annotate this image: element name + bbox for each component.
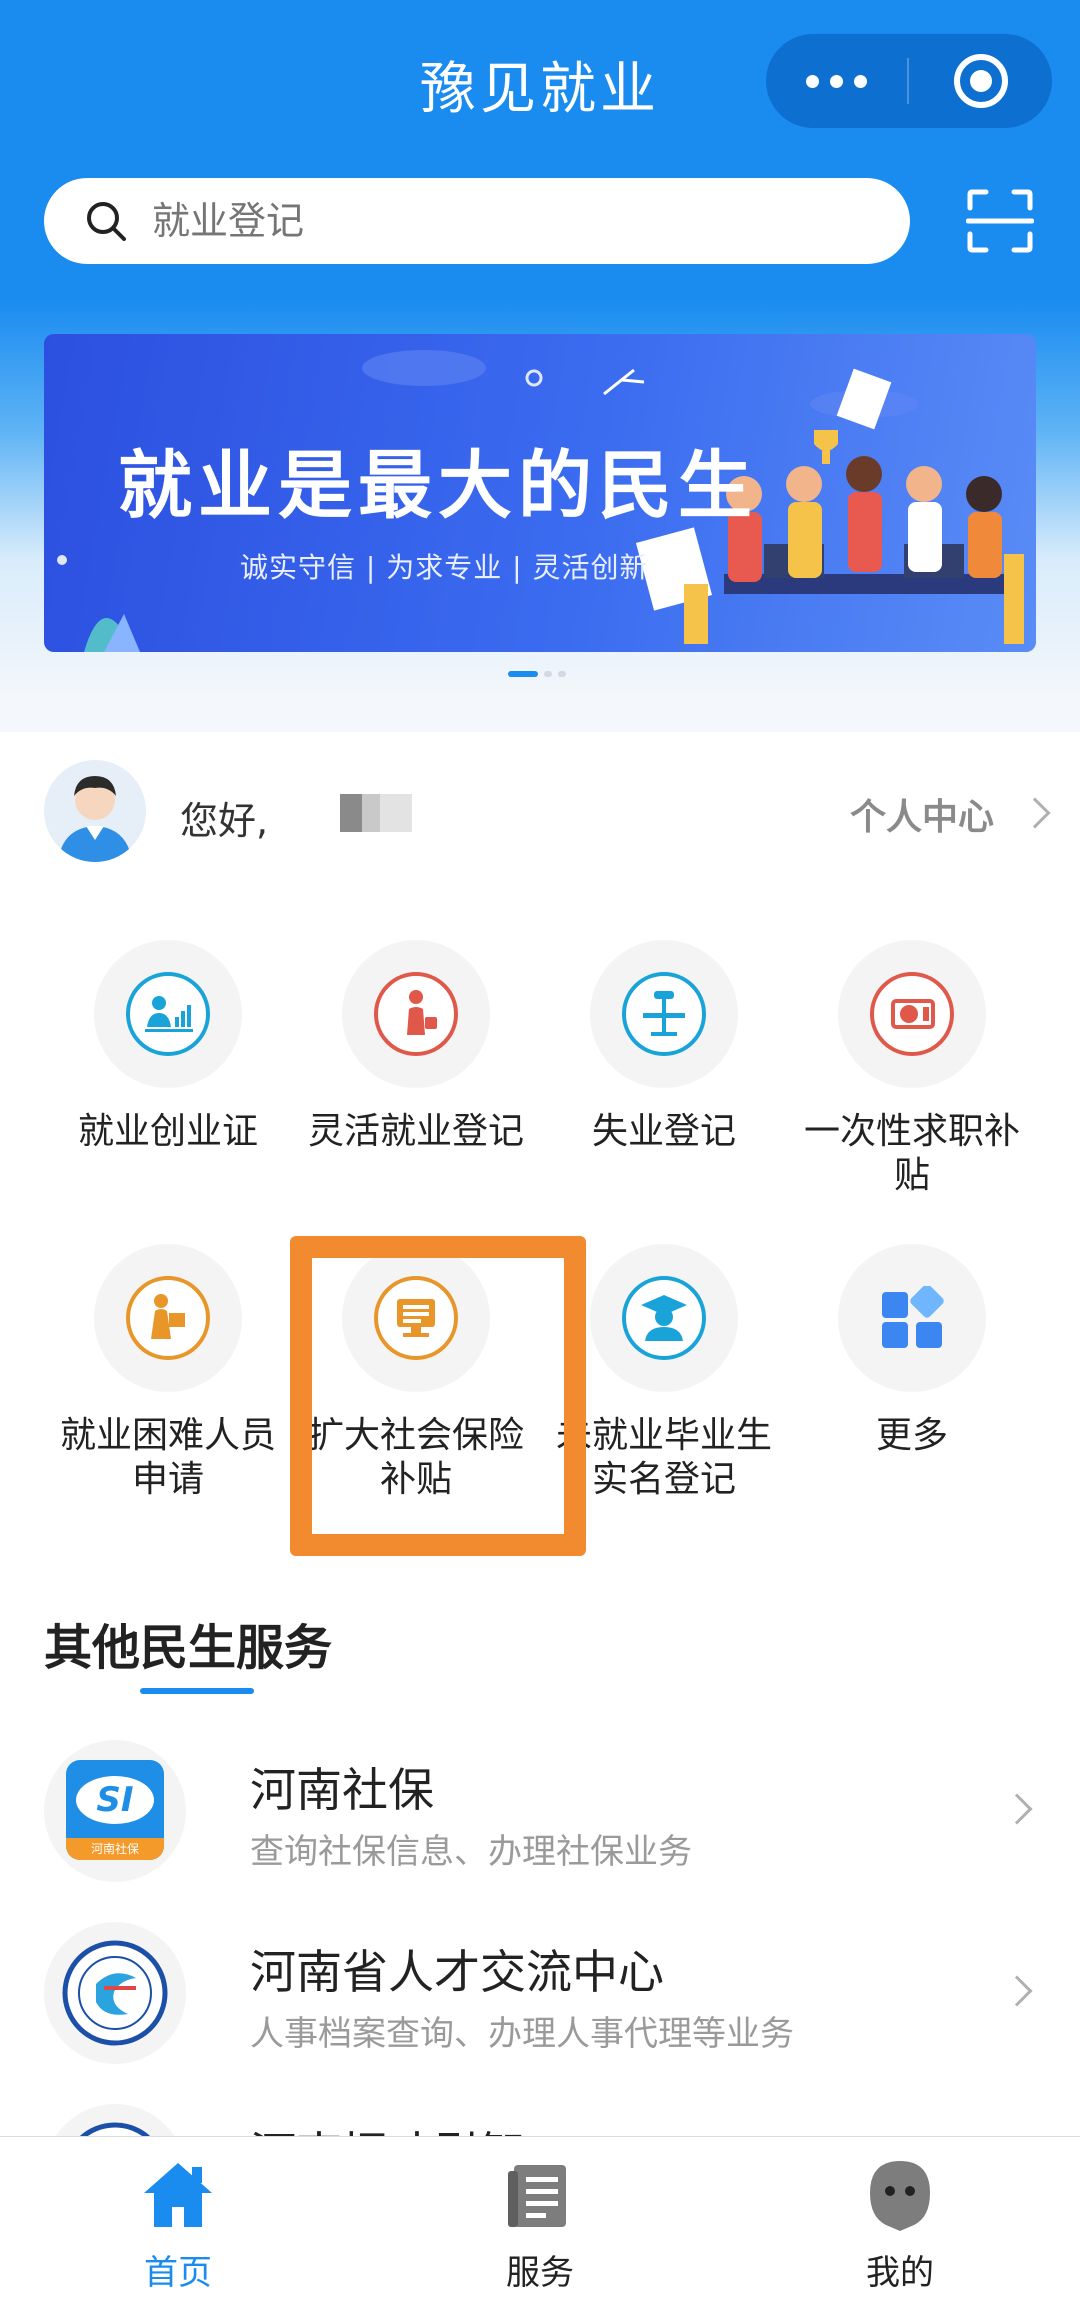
- service-label: 更多: [875, 1415, 948, 1456]
- list-item-henan-social-security[interactable]: SI 河南社保 河南社保 查询社保信息、办理社保业务: [0, 1720, 1080, 1900]
- logo-subtext: 河南社保: [66, 1838, 164, 1860]
- henan-social-security-logo: SI 河南社保: [44, 1740, 186, 1882]
- talent-exchange-logo: [44, 1922, 186, 2064]
- chevron-right-icon: [1001, 1975, 1033, 2007]
- greeting-text: 您好,: [180, 799, 269, 843]
- service-item-job-subsidy[interactable]: 一次性求职补贴: [788, 940, 1036, 1198]
- list-item-desc: 人事档案查询、办理人事代理等业务: [250, 2014, 794, 2054]
- graduate-icon: [590, 1244, 738, 1392]
- avatar: [44, 760, 146, 862]
- capsule-divider: [907, 58, 909, 104]
- indicator-dot: [544, 671, 552, 677]
- service-label: 一次性求职补贴: [803, 1111, 1020, 1196]
- more-grid-icon: [838, 1244, 986, 1392]
- tab-label: 首页: [144, 2253, 212, 2293]
- tab-label: 服务: [506, 2253, 574, 2293]
- list-item-title: 河南省人才交流中心: [250, 1945, 664, 1999]
- tab-profile[interactable]: 我的: [800, 2155, 1000, 2294]
- money-subsidy-icon: [838, 940, 986, 1088]
- service-item-unemployment-registration[interactable]: 失业登记: [540, 940, 788, 1154]
- service-item-employment-card[interactable]: 就业创业证: [44, 940, 292, 1154]
- other-services-section: 其他民生服务 SI 河南社保 河南社保 查询社保信息、办理社保业务 河南省人才交…: [0, 1580, 1080, 2246]
- logo-text: SI: [76, 1776, 154, 1824]
- flexible-worker-icon: [342, 940, 490, 1088]
- employment-chart-icon: [94, 940, 242, 1088]
- section-title: 其他民生服务: [44, 1620, 333, 1676]
- highlight-annotation-box: [290, 1236, 586, 1556]
- mini-program-capsule: [766, 34, 1052, 128]
- dot-icon: [853, 74, 867, 88]
- service-item-difficulty-application[interactable]: 就业困难人员申请: [44, 1244, 292, 1502]
- scan-icon[interactable]: [966, 188, 1034, 254]
- profile-icon: [870, 2161, 930, 2231]
- service-item-more[interactable]: 更多: [788, 1244, 1036, 1458]
- chevron-right-icon: [1001, 1793, 1033, 1825]
- banner-title: 就业是最大的民生: [118, 443, 758, 529]
- search-input[interactable]: [152, 199, 752, 243]
- masked-username: [340, 794, 412, 832]
- banner-carousel[interactable]: 就业是最大的民生 诚实守信 | 为求专业 | 灵活创新: [44, 334, 1036, 652]
- search-bar[interactable]: [44, 178, 910, 264]
- tab-home[interactable]: 首页: [78, 2155, 278, 2294]
- service-item-flexible-registration[interactable]: 灵活就业登记: [292, 940, 540, 1154]
- bottom-tab-bar: 首页 服务 我的: [0, 2136, 1080, 2304]
- chevron-right-icon: [1019, 797, 1051, 829]
- more-options-button[interactable]: [766, 34, 906, 128]
- service-label: 失业登记: [591, 1111, 736, 1152]
- tab-service[interactable]: 服务: [440, 2155, 640, 2294]
- indicator-dot: [558, 671, 566, 677]
- personal-center-link[interactable]: 个人中心: [850, 788, 994, 840]
- section-underline: [140, 1688, 254, 1694]
- list-item-desc: 查询社保信息、办理社保业务: [250, 1832, 692, 1872]
- dot-icon: [805, 74, 819, 88]
- indicator-active: [508, 671, 538, 677]
- tab-label: 我的: [866, 2253, 934, 2293]
- close-target-icon[interactable]: [954, 54, 1008, 108]
- service-label: 灵活就业登记: [307, 1111, 524, 1152]
- dot-icon: [829, 74, 843, 88]
- search-icon: [87, 202, 126, 241]
- list-item-title: 河南社保: [250, 1763, 434, 1817]
- list-item-talent-exchange[interactable]: 河南省人才交流中心 人事档案查询、办理人事代理等业务: [0, 1902, 1080, 2082]
- carousel-indicator: [508, 671, 566, 677]
- service-label: 就业困难人员申请: [59, 1415, 276, 1500]
- service-list-icon: [508, 2165, 566, 2227]
- unemployment-desk-icon: [590, 940, 738, 1088]
- home-icon: [144, 2163, 212, 2227]
- user-card[interactable]: 您好, 个人中心: [0, 732, 1080, 896]
- difficulty-person-icon: [94, 1244, 242, 1392]
- service-label: 就业创业证: [77, 1111, 258, 1152]
- banner-subtitle: 诚实守信 | 为求专业 | 灵活创新: [240, 551, 649, 584]
